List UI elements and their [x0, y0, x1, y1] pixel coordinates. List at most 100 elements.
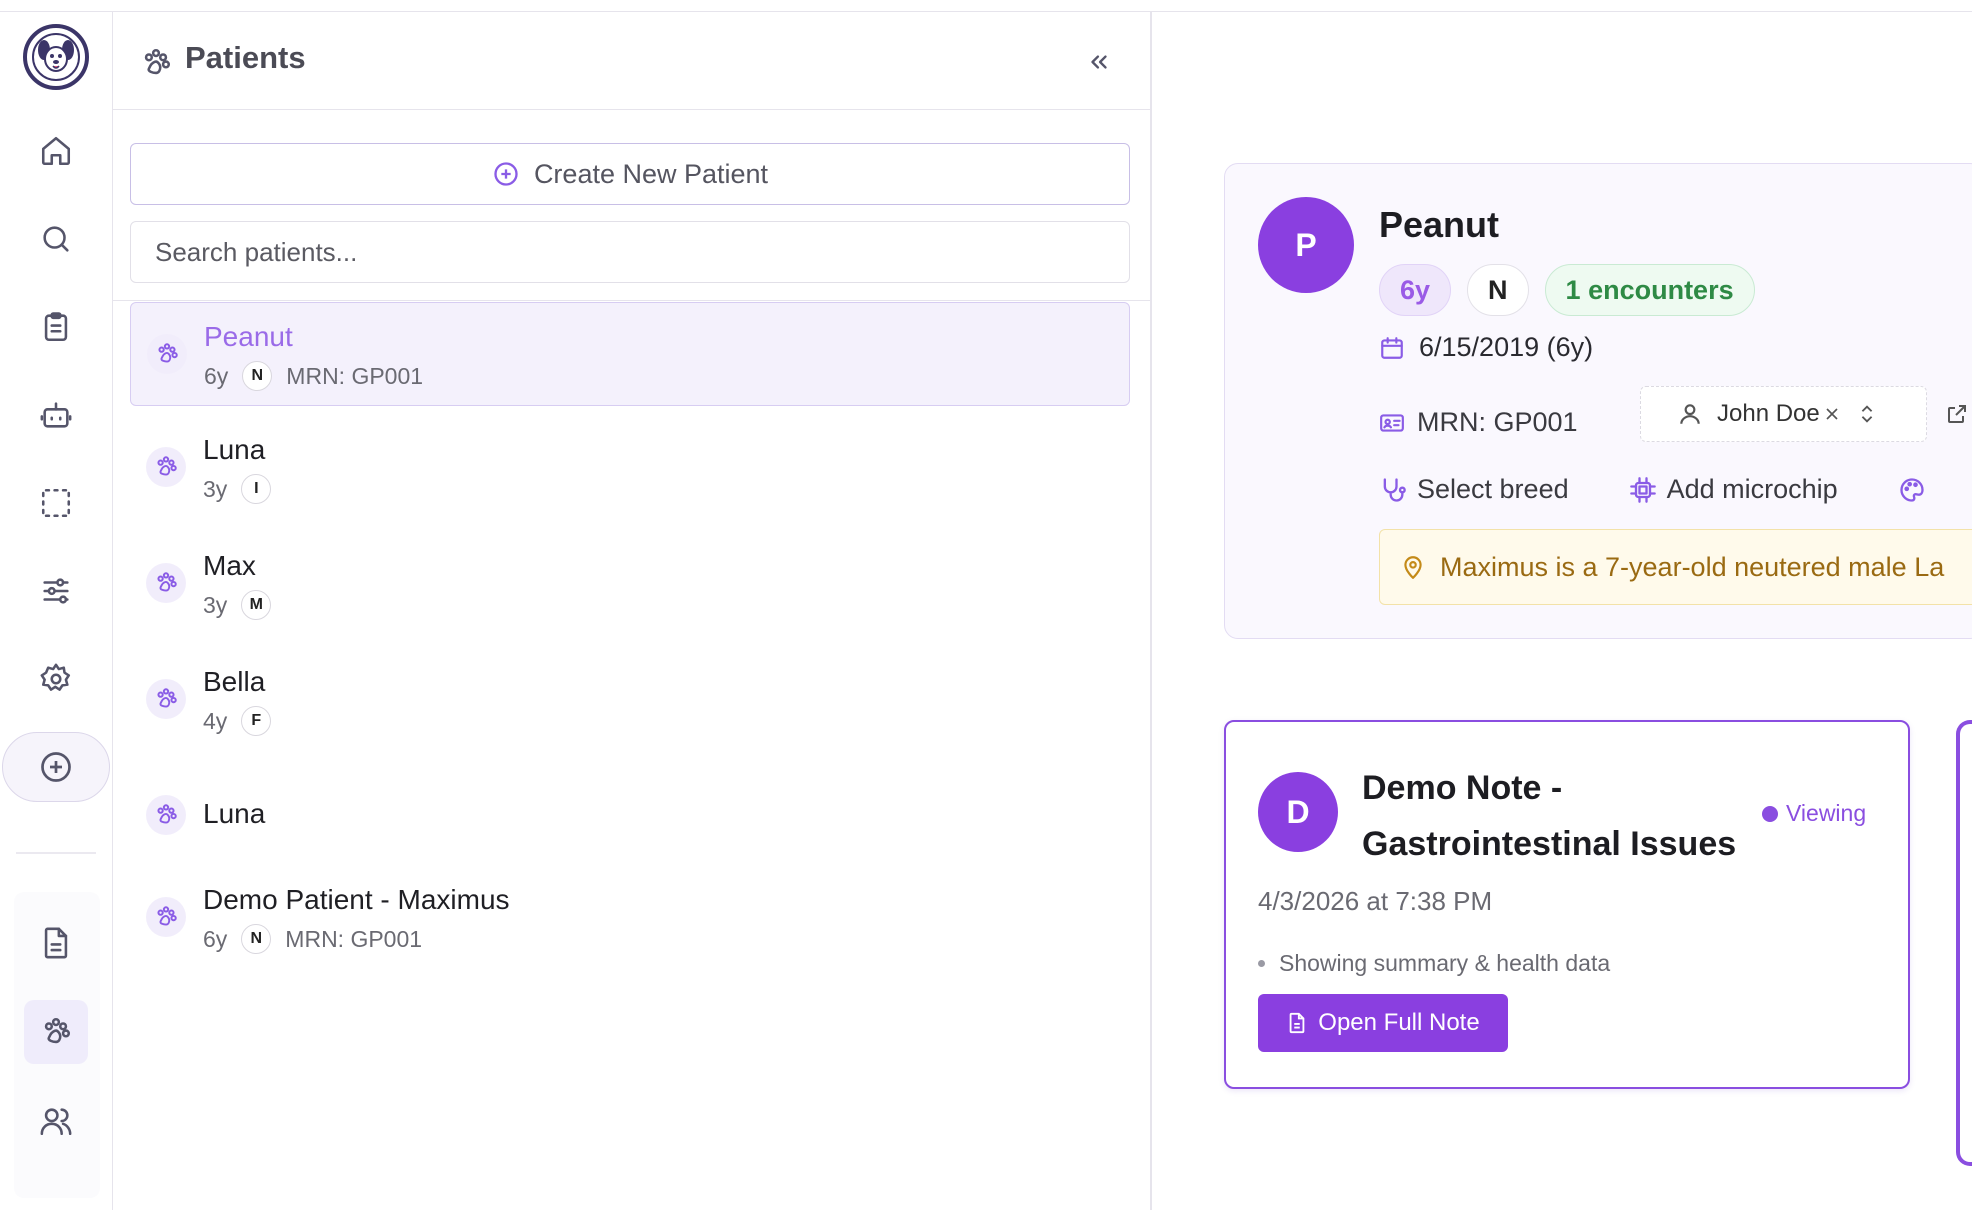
app-logo[interactable]	[23, 24, 89, 90]
sex-chip: N	[1467, 264, 1529, 316]
user-icon	[1680, 404, 1700, 424]
paw-icon	[157, 572, 177, 592]
rail-divider	[16, 852, 96, 854]
dog-logo-icon	[32, 33, 80, 81]
patient-avatar-large: P	[1258, 197, 1354, 293]
patient-name: Luna	[203, 434, 266, 465]
nav-adjustments[interactable]	[24, 559, 88, 623]
patients-panel: Patients Create New Patient Peanut 6y N …	[113, 12, 1152, 1210]
chevron-up-down-icon[interactable]	[1856, 403, 1878, 425]
users-icon	[40, 1108, 72, 1136]
nav-search[interactable]	[24, 207, 88, 271]
owner-name: John Doe	[1717, 400, 1820, 427]
patient-avatar	[146, 563, 186, 603]
status-dot	[1762, 805, 1778, 822]
paw-icon	[158, 343, 178, 363]
open-owner-button[interactable]	[1945, 402, 1969, 431]
open-full-note-label: Open Full Note	[1318, 1009, 1480, 1036]
create-new-patient-button[interactable]: Create New Patient	[130, 143, 1130, 205]
patient-name: Luna	[203, 798, 266, 829]
palette-icon	[1900, 477, 1924, 502]
nav-notes[interactable]	[24, 911, 88, 975]
owner-select[interactable]: John Doe	[1640, 386, 1927, 442]
note-title: Demo Note - Gastrointestinal Issues	[1362, 769, 1737, 863]
add-microchip-button[interactable]: Add microchip	[1629, 474, 1838, 505]
select-breed-label: Select breed	[1417, 474, 1569, 504]
patient-avatar	[146, 795, 186, 835]
encounters-chip: 1 encounters	[1544, 264, 1755, 316]
sex-badge: N	[242, 361, 273, 391]
sex-badge: F	[241, 706, 272, 736]
patient-meta: 6y N MRN: GP001	[204, 361, 423, 391]
patient-list-item[interactable]: Luna 3y I	[130, 416, 1130, 520]
document-icon	[44, 927, 68, 959]
plus-circle-icon	[494, 162, 518, 186]
list-divider	[113, 300, 1150, 301]
home-icon	[41, 136, 71, 166]
note-info: Showing summary & health data	[1258, 950, 1610, 977]
clipboard-icon	[44, 312, 68, 342]
patient-list-item[interactable]: Luna	[130, 764, 1130, 868]
patient-age: 6y	[203, 925, 228, 952]
patient-detail-name: Peanut	[1379, 204, 1500, 245]
patient-age: 6y	[204, 362, 229, 389]
panel-title: Patients	[185, 40, 306, 75]
nav-assistant[interactable]	[24, 383, 88, 447]
patient-avatar	[146, 679, 186, 719]
note-date: 4/3/2026 at 7:38 PM	[1258, 886, 1493, 916]
next-note-card-edge[interactable]	[1956, 720, 1972, 1166]
nav-users[interactable]	[24, 1089, 88, 1153]
chip-icon	[1629, 476, 1656, 503]
left-nav-rail	[0, 12, 113, 1210]
patient-name: Bella	[203, 666, 266, 697]
dob-text: 6/15/2019 (6y)	[1419, 332, 1594, 362]
gear-icon	[40, 663, 71, 691]
panel-header: Patients	[113, 12, 1150, 110]
patient-detail-card: P Peanut 6y N 1 encounters 6/15/2019 (6y…	[1224, 163, 1972, 639]
calendar-icon	[1381, 336, 1403, 359]
top-border	[0, 0, 1972, 12]
patient-age: 3y	[203, 475, 228, 502]
note-info-text: Showing summary & health data	[1279, 950, 1611, 976]
nav-settings[interactable]	[24, 647, 88, 711]
sex-badge: M	[241, 590, 272, 620]
id-card-icon	[1380, 413, 1404, 432]
patient-actions: Select breed Add microchip	[1379, 474, 1926, 505]
patient-mrn: MRN: GP001	[285, 925, 423, 952]
nav-new-item-button[interactable]	[2, 732, 110, 802]
patient-name: Demo Patient - Maximus	[203, 884, 510, 915]
patient-meta: 3y I	[203, 474, 272, 504]
paw-icon	[157, 906, 177, 926]
patient-meta: 6y N MRN: GP001	[203, 924, 422, 954]
open-full-note-button[interactable]: Open Full Note	[1258, 994, 1508, 1052]
search-patients-input[interactable]	[130, 221, 1130, 283]
nav-selection[interactable]	[24, 471, 88, 535]
sex-badge: I	[241, 474, 272, 504]
palette-button[interactable]	[1898, 474, 1926, 505]
nav-home[interactable]	[24, 119, 88, 183]
paw-icon	[157, 456, 177, 476]
bullet	[1258, 960, 1265, 967]
patient-list-item[interactable]: Max 3y M	[130, 532, 1130, 636]
date-of-birth: 6/15/2019 (6y)	[1379, 332, 1593, 363]
select-breed-button[interactable]: Select breed	[1379, 474, 1569, 505]
patient-mrn-row: MRN: GP001	[1379, 407, 1578, 438]
close-icon[interactable]	[1822, 404, 1842, 424]
patient-list-item[interactable]: Peanut 6y N MRN: GP001	[130, 302, 1130, 406]
paw-icon	[157, 688, 177, 708]
document-icon	[1289, 1012, 1305, 1034]
search-icon	[43, 226, 69, 252]
add-microchip-label: Add microchip	[1666, 474, 1838, 504]
sex-badge: N	[241, 924, 272, 954]
paw-icon	[144, 48, 171, 75]
patient-chips: 6y N 1 encounters	[1379, 264, 1755, 316]
patient-meta: 4y F	[203, 706, 272, 736]
nav-clipboard[interactable]	[24, 295, 88, 359]
note-card[interactable]: D Demo Note - Gastrointestinal Issues Vi…	[1224, 720, 1910, 1089]
patient-mrn: MRN: GP001	[286, 362, 424, 389]
collapse-panel-button[interactable]	[1079, 42, 1119, 82]
nav-patients[interactable]	[24, 1000, 88, 1064]
patient-list-item[interactable]: Demo Patient - Maximus 6y N MRN: GP001	[130, 866, 1130, 970]
sliders-icon	[43, 578, 69, 604]
patient-list-item[interactable]: Bella 4y F	[130, 648, 1130, 752]
